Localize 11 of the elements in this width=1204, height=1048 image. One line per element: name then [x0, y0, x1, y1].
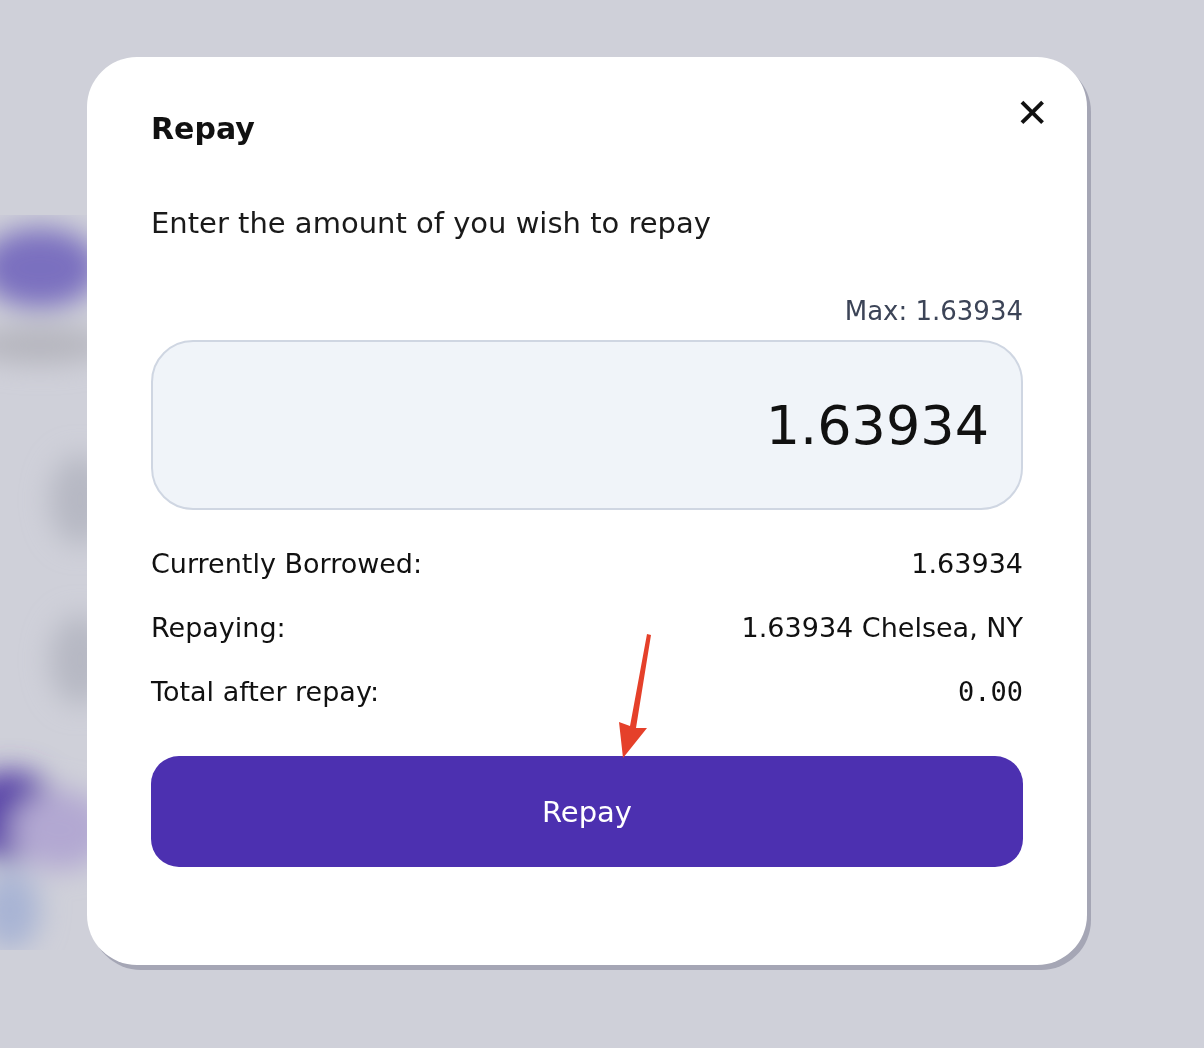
instruction-text: Enter the amount of you wish to repay [151, 206, 712, 240]
summary-value: 1.63934 Chelsea, NY [741, 611, 1023, 645]
summary-label: Currently Borrowed: [151, 547, 423, 581]
summary-value: 1.63934 [911, 547, 1023, 581]
max-amount-label: Max: 1.63934 [844, 296, 1023, 326]
dialog-title: Repay [151, 111, 255, 146]
repay-button[interactable]: Repay [151, 756, 1023, 867]
summary-label: Total after repay: [151, 675, 379, 709]
amount-input-field[interactable]: 1.63934 [151, 340, 1023, 510]
summary-label: Repaying: [151, 611, 286, 645]
summary-value: 0.00 [957, 675, 1023, 709]
